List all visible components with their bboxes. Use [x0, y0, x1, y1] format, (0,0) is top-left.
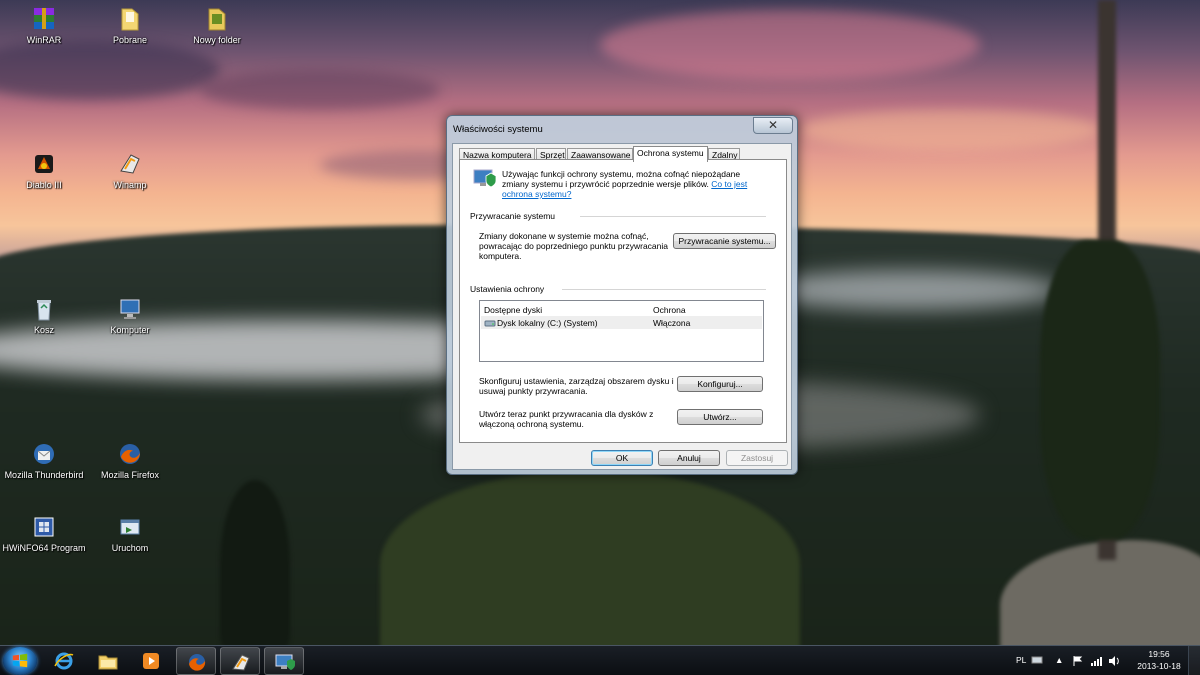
- recycle-bin-icon: [37, 300, 51, 321]
- desktop-icon-label: Nowy folder: [193, 35, 241, 45]
- desktop-icon-nowy-folder[interactable]: Nowy folder: [174, 6, 260, 46]
- column-header-protection[interactable]: Ochrona: [653, 305, 686, 315]
- divider: [580, 216, 766, 217]
- tab-label: Ochrona systemu: [637, 148, 704, 158]
- firefox-taskbar-icon: [189, 654, 206, 671]
- desktop-icon-thunderbird[interactable]: Mozilla Thunderbird: [1, 441, 87, 481]
- cancel-button[interactable]: Anuluj: [658, 450, 720, 466]
- desktop-icon-label: Kosz: [33, 325, 54, 335]
- create-desc-2: włączoną ochroną systemu.: [479, 419, 584, 429]
- what-is-protection-link[interactable]: Co to jest: [711, 179, 747, 189]
- desktop-icon-diablo[interactable]: Diablo III: [1, 151, 87, 191]
- desktop-icon-label: WinRAR: [26, 35, 62, 45]
- desktop-icon-hwinfo[interactable]: HWiNFO64 Program: [1, 514, 87, 554]
- ok-button[interactable]: OK: [591, 450, 653, 466]
- folder-icon: [208, 8, 226, 31]
- computer-icon: [120, 299, 140, 319]
- desktop-icon-label: Pobrane: [112, 35, 148, 45]
- table-row[interactable]: Dysk lokalny (C:) (System) Włączona: [481, 316, 762, 329]
- restore-desc-1: Zmiany dokonane w systemie można cofnąć,: [479, 231, 649, 241]
- apply-button[interactable]: Zastosuj: [726, 450, 788, 466]
- taskbar-winamp[interactable]: [220, 647, 260, 675]
- intro-line-1: Używając funkcji ochrony systemu, można …: [502, 169, 741, 179]
- system-protection-panel: Używając funkcji ochrony systemu, można …: [459, 159, 787, 443]
- desktop-icon-label: Diablo III: [26, 180, 62, 190]
- desktop-icon-kosz[interactable]: Kosz: [1, 296, 87, 336]
- system-restore-button[interactable]: Przywracanie systemu...: [673, 233, 776, 249]
- intro-line-2-text: zmiany systemu i przywrócić poprzednie w…: [502, 179, 709, 189]
- intro-line-2: zmiany systemu i przywrócić poprzednie w…: [502, 179, 747, 189]
- show-desktop-button[interactable]: [1188, 646, 1200, 675]
- taskbar-ie[interactable]: [44, 647, 84, 675]
- desktop-icon-label: Uruchom: [111, 543, 149, 553]
- taskbar-explorer[interactable]: [88, 647, 128, 675]
- taskbar: PL ▲ 19:56 2013-10-18: [0, 645, 1200, 675]
- clock-time: 19:56: [1148, 649, 1170, 659]
- desktop-icon-label: Mozilla Firefox: [100, 470, 159, 480]
- divider: [562, 289, 766, 290]
- winrar-icon: [34, 8, 54, 29]
- configure-desc-1: Skonfiguruj ustawienia, zarządzaj obszar…: [479, 376, 674, 386]
- run-icon: [120, 519, 140, 535]
- drive-name: Dysk lokalny (C:) (System): [497, 318, 598, 328]
- configure-button[interactable]: Konfiguruj...: [677, 376, 763, 392]
- restore-desc-3: komputera.: [479, 251, 522, 261]
- hard-drive-icon: [484, 320, 496, 327]
- internet-explorer-icon: [54, 652, 74, 670]
- media-player-icon: [143, 653, 159, 669]
- close-button[interactable]: ✕: [753, 117, 793, 134]
- system-tray: PL ▲ 19:56 2013-10-18: [1010, 646, 1200, 675]
- firefox-icon: [120, 444, 140, 464]
- volume-icon[interactable]: [1108, 655, 1120, 667]
- taskbar-system-properties[interactable]: [264, 647, 304, 675]
- system-protection-shield-icon: [473, 169, 496, 188]
- create-desc-1: Utwórz teraz punkt przywracania dla dysk…: [479, 409, 654, 419]
- desktop-icon-label: HWiNFO64 Program: [2, 543, 86, 553]
- what-is-protection-link-2[interactable]: ochrona systemu?: [502, 189, 571, 199]
- taskbar-media-player[interactable]: [131, 647, 171, 675]
- folder-icon: [121, 8, 139, 31]
- desktop-icon-winamp[interactable]: Winamp: [87, 151, 173, 191]
- winamp-icon: [120, 154, 140, 174]
- restore-desc-2: powracając do poprzedniego punktu przywr…: [479, 241, 669, 251]
- action-center-flag-icon[interactable]: [1072, 655, 1084, 667]
- diablo-icon: [35, 155, 53, 173]
- system-properties-dialog: Właściwości systemu ✕ Nazwa komputera Sp…: [446, 115, 798, 475]
- desktop-icon-uruchom[interactable]: Uruchom: [87, 514, 173, 554]
- explorer-folder-icon: [98, 655, 118, 670]
- dialog-title: Właściwości systemu: [453, 124, 543, 135]
- column-header-drives[interactable]: Dostępne dyski: [484, 305, 542, 315]
- dialog-titlebar[interactable]: Właściwości systemu ✕: [453, 117, 793, 139]
- show-hidden-icons-icon[interactable]: ▲: [1055, 655, 1063, 665]
- close-icon: ✕: [767, 118, 779, 132]
- language-indicator[interactable]: PL: [1016, 655, 1026, 665]
- desktop-icon-winrar[interactable]: WinRAR: [1, 6, 87, 46]
- clock-date: 2013-10-18: [1137, 661, 1181, 671]
- desktop-icon-label: Winamp: [113, 180, 147, 190]
- drives-list[interactable]: Dostępne dyski Ochrona Dysk lokalny (C:)…: [479, 300, 764, 362]
- system-properties-taskbar-icon: [275, 654, 295, 670]
- hwinfo-icon: [34, 517, 54, 537]
- create-button[interactable]: Utwórz...: [677, 409, 763, 425]
- desktop-icon-pobrane[interactable]: Pobrane: [87, 6, 173, 46]
- keyboard-icon[interactable]: [1031, 655, 1043, 665]
- clock[interactable]: 19:56 2013-10-18: [1132, 649, 1186, 672]
- desktop-icon-firefox[interactable]: Mozilla Firefox: [87, 441, 173, 481]
- taskbar-firefox[interactable]: [176, 647, 216, 675]
- system-restore-heading: Przywracanie systemu: [470, 211, 556, 221]
- tab-system-protection[interactable]: Ochrona systemu: [633, 146, 708, 162]
- thunderbird-icon: [34, 444, 54, 464]
- protection-settings-heading: Ustawienia ochrony: [470, 284, 545, 294]
- dialog-client-area: Nazwa komputera Sprzęt Zaawansowane Ochr…: [452, 143, 792, 470]
- drive-protection-status: Włączona: [653, 318, 691, 328]
- desktop-icon-komputer[interactable]: Komputer: [87, 296, 173, 336]
- network-icon[interactable]: [1090, 655, 1102, 667]
- start-button[interactable]: [3, 647, 37, 675]
- desktop-icon-label: Komputer: [110, 325, 150, 335]
- winamp-taskbar-icon: [232, 654, 250, 671]
- configure-desc-2: usuwaj punkty przywracania.: [479, 386, 588, 396]
- windows-logo-icon: [12, 653, 28, 668]
- desktop-icon-label: Mozilla Thunderbird: [4, 470, 84, 480]
